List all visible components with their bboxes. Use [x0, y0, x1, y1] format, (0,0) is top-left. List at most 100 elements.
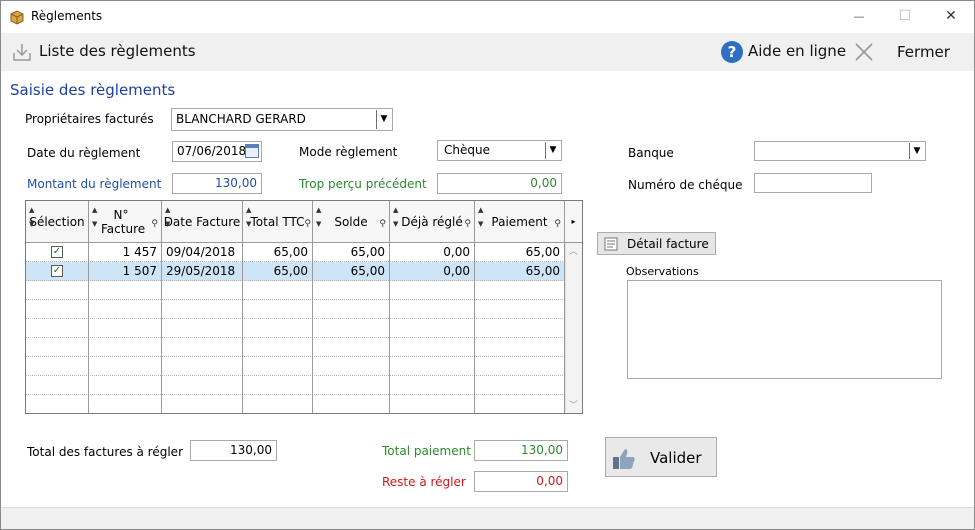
remaining-label: Reste à régler — [382, 475, 466, 489]
svg-text:?: ? — [728, 43, 737, 61]
empty-row — [26, 319, 565, 338]
window-title: Règlements — [31, 9, 103, 23]
empty-row — [26, 300, 565, 319]
invoice-detail-button[interactable]: Détail facture — [597, 232, 716, 255]
date-cell: 09/04/2018 — [162, 243, 243, 262]
date-value: 07/06/2018 — [177, 144, 247, 158]
chevron-down-icon[interactable]: ▼ — [545, 142, 560, 159]
col-header-deja[interactable]: ▲ ▼ Déjà réglé ⚲ — [390, 201, 475, 242]
sort-icon: ▲ ▼ — [393, 206, 399, 228]
overpaid-field[interactable]: 0,00 — [437, 173, 562, 194]
sort-icon: ▲ ▼ — [92, 206, 98, 228]
table-row[interactable]: ✓ 1 507 29/05/2018 65,00 65,00 0,00 65,0… — [26, 262, 565, 281]
download-icon — [13, 44, 31, 61]
observations-textarea[interactable] — [627, 280, 942, 379]
close-toolbar-button[interactable]: Fermer — [897, 43, 950, 61]
owners-value: BLANCHARD GERARD — [176, 112, 306, 126]
col-header-selection[interactable]: ▲ ▼ Sélection — [26, 201, 89, 242]
empty-row — [26, 338, 565, 357]
search-icon[interactable]: ⚲ — [151, 217, 158, 231]
cheque-label: Numéro de chéque — [628, 178, 743, 192]
selection-cell[interactable]: ✓ — [26, 262, 89, 281]
help-button[interactable]: ? Aide en ligne — [720, 40, 847, 66]
checkbox-checked[interactable]: ✓ — [51, 265, 63, 277]
invoice-detail-label: Détail facture — [627, 237, 709, 251]
reglements-window: Règlements — ☐ ✕ Liste des règlements ? … — [0, 0, 975, 530]
sort-icon: ▲ ▼ — [478, 206, 484, 228]
toolbar: Liste des règlements ? Aide en ligne Fer… — [1, 33, 974, 71]
minimize-button[interactable]: — — [836, 1, 882, 32]
validate-button[interactable]: Valider — [605, 437, 717, 477]
chevron-down-icon[interactable]: ▼ — [909, 143, 924, 159]
paiement-cell[interactable]: 65,00 — [475, 243, 565, 262]
empty-row — [26, 376, 565, 395]
app-icon — [10, 10, 24, 25]
help-label: Aide en ligne — [748, 42, 847, 60]
date-cell: 29/05/2018 — [162, 262, 243, 281]
status-bar — [1, 507, 974, 529]
validate-label: Valider — [650, 449, 702, 467]
checkbox-checked[interactable]: ✓ — [51, 246, 63, 258]
selection-cell[interactable]: ✓ — [26, 243, 89, 262]
empty-row — [26, 395, 565, 413]
search-icon[interactable]: ⚲ — [304, 217, 311, 231]
mode-combo[interactable]: Chèque ▼ — [437, 140, 562, 161]
sort-icon: ▲ ▼ — [165, 206, 171, 228]
document-icon — [604, 237, 618, 251]
total-invoices-field[interactable]: 130,00 — [190, 440, 277, 461]
owners-combo[interactable]: BLANCHARD GERARD ▼ — [171, 108, 393, 131]
mode-value: Chèque — [444, 143, 490, 157]
number-cell: 1 457 — [89, 243, 162, 262]
total-cell: 65,00 — [243, 262, 313, 281]
col-header-number[interactable]: ▲ ▼ N° Facture ⚲ — [89, 201, 162, 242]
table-row[interactable]: ✓ 1 457 09/04/2018 65,00 65,00 0,00 65,0… — [26, 243, 565, 262]
date-field[interactable]: 07/06/2018 — [172, 141, 262, 162]
chevron-down-icon[interactable]: ▼ — [376, 110, 391, 129]
close-button[interactable]: ✕ — [928, 1, 974, 32]
calendar-icon[interactable] — [245, 144, 259, 158]
owners-label: Propriétaires facturés — [25, 112, 154, 126]
close-x-icon[interactable] — [854, 42, 874, 62]
scroll-down-icon[interactable]: ﹀ — [569, 398, 578, 411]
total-payment-field[interactable]: 130,00 — [474, 440, 568, 461]
search-icon[interactable]: ⚲ — [379, 217, 386, 231]
deja-cell: 0,00 — [390, 262, 475, 281]
total-cell: 65,00 — [243, 243, 313, 262]
solde-cell: 65,00 — [313, 262, 390, 281]
total-payment-label: Total paiement — [382, 444, 471, 458]
col-header-date[interactable]: ▲ ▼ Date Facture — [162, 201, 243, 242]
paiement-cell[interactable]: 65,00 — [475, 262, 565, 281]
observations-label: Observations — [626, 265, 699, 278]
bank-combo[interactable]: ▼ — [754, 141, 926, 161]
close-icon: ✕ — [945, 8, 957, 24]
col-header-total[interactable]: ▲ ▼ Total TTC ⚲ — [243, 201, 313, 242]
search-icon[interactable]: ⚲ — [554, 217, 561, 231]
scroll-right-icon[interactable]: ▸ — [565, 201, 582, 242]
maximize-icon: ☐ — [898, 8, 912, 24]
sort-icon: ▲ ▼ — [316, 206, 322, 228]
title-bar: Règlements — ☐ ✕ — [1, 1, 974, 32]
sort-icon: ▲ ▼ — [246, 206, 252, 228]
empty-row — [26, 357, 565, 376]
amount-field[interactable]: 130,00 — [172, 173, 262, 194]
help-icon: ? — [721, 41, 743, 63]
remaining-field[interactable]: 0,00 — [474, 471, 568, 492]
col-header-paiement[interactable]: ▲ ▼ Paiement ⚲ — [475, 201, 565, 242]
vertical-scrollbar[interactable]: ︿ ﹀ — [565, 243, 582, 413]
col-header-solde[interactable]: ▲ ▼ Solde ⚲ — [313, 201, 390, 242]
grid-header: ▲ ▼ Sélection ▲ ▼ N° Facture ⚲ ▲ ▼ Date Fac… — [26, 201, 582, 243]
overpaid-label: Trop perçu précédent — [299, 177, 427, 191]
solde-cell: 65,00 — [313, 243, 390, 262]
scroll-up-icon[interactable]: ︿ — [569, 244, 578, 257]
cheque-field[interactable] — [754, 173, 872, 193]
deja-cell: 0,00 — [390, 243, 475, 262]
sort-icon: ▲ ▼ — [29, 206, 35, 228]
search-icon[interactable]: ⚲ — [464, 217, 471, 231]
minimize-icon: — — [853, 10, 865, 23]
bank-label: Banque — [628, 146, 674, 160]
section-title: Saisie des règlements — [10, 81, 176, 99]
maximize-button[interactable]: ☐ — [882, 1, 928, 32]
list-label: Liste des règlements — [39, 42, 196, 60]
list-button[interactable]: Liste des règlements — [11, 41, 196, 65]
date-label: Date du règlement — [27, 146, 141, 160]
